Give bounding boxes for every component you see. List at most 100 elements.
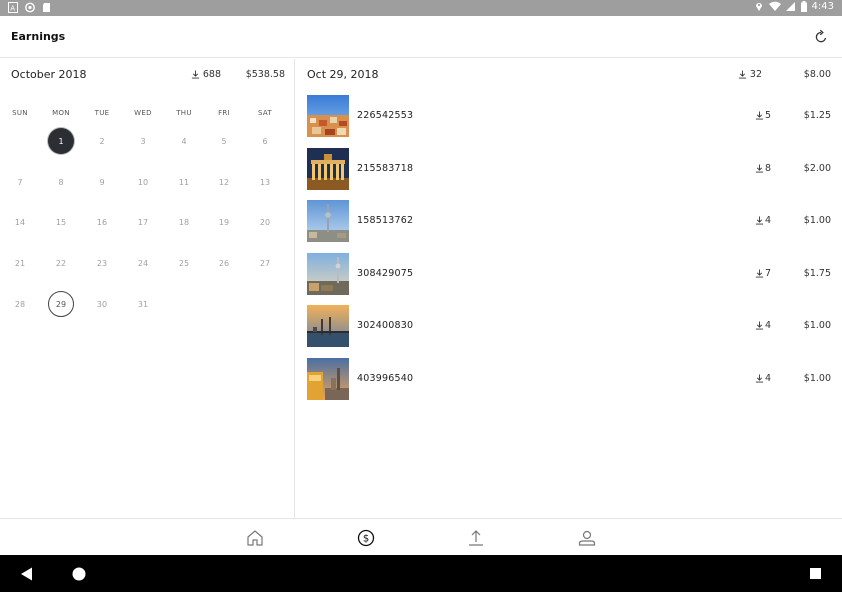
calendar-day[interactable]: 3 — [130, 128, 156, 154]
list-item[interactable]: 308429075 7 $1.75 — [296, 252, 842, 305]
weekday-1: MON — [52, 109, 70, 117]
upload-icon[interactable] — [466, 528, 486, 548]
row-downloads: 7 — [755, 268, 771, 279]
sd-card-icon — [43, 3, 50, 12]
row-downloads: 5 — [755, 110, 771, 121]
calendar-day[interactable]: 29 — [48, 291, 74, 317]
row-amount: $1.00 — [803, 215, 831, 227]
calendar-day[interactable]: 14 — [7, 209, 33, 235]
calendar-day[interactable]: 21 — [7, 250, 33, 276]
home-icon[interactable] — [245, 528, 265, 548]
status-bar: A 4:43 — [0, 0, 842, 16]
download-icon — [755, 111, 764, 120]
row-amount: $1.00 — [803, 373, 831, 384]
download-icon — [755, 164, 764, 173]
image-thumbnail[interactable] — [307, 95, 349, 137]
status-right-icons: 4:43 — [754, 1, 834, 12]
date-title: Oct 29, 2018 — [307, 68, 379, 81]
calendar-day[interactable]: 23 — [89, 250, 115, 276]
row-downloads-value: 4 — [764, 373, 771, 384]
image-id: 403996540 — [357, 373, 414, 384]
recents-icon[interactable] — [810, 568, 821, 579]
row-downloads-value: 5 — [764, 110, 771, 121]
download-icon — [738, 70, 747, 79]
calendar-day[interactable]: 24 — [130, 250, 156, 276]
back-icon[interactable] — [20, 567, 33, 581]
wifi-icon — [768, 1, 781, 11]
date-downloads: 32 — [738, 69, 762, 80]
image-thumbnail[interactable] — [307, 305, 349, 348]
image-id: 215583718 — [357, 162, 414, 174]
calendar-day[interactable]: 28 — [7, 291, 33, 317]
profile-icon[interactable] — [577, 528, 597, 548]
calendar-day[interactable]: 26 — [211, 250, 237, 276]
month-header: October 2018 688 $538.58 — [0, 59, 295, 89]
calendar-day[interactable]: 19 — [211, 209, 237, 235]
calendar-day[interactable]: 1 — [48, 128, 74, 154]
download-icon — [755, 216, 764, 225]
list-item[interactable]: 215583718 8 $2.00 — [296, 147, 842, 200]
image-id: 308429075 — [357, 267, 414, 279]
weekday-4: THU — [176, 109, 192, 117]
calendar-day[interactable]: 22 — [48, 250, 74, 276]
image-thumbnail[interactable] — [307, 358, 349, 400]
month-title: October 2018 — [11, 68, 87, 81]
download-icon — [755, 374, 764, 383]
calendar-day[interactable]: 16 — [89, 209, 115, 235]
month-downloads-value: 688 — [202, 69, 221, 80]
calendar-day[interactable]: 17 — [130, 209, 156, 235]
day-detail-pane: Oct 29, 2018 32 $8.00 226542553 5 $1.25 215… — [296, 59, 842, 518]
row-downloads-value: 8 — [764, 162, 771, 174]
row-downloads: 4 — [755, 215, 771, 226]
refresh-icon[interactable] — [812, 28, 830, 46]
row-amount: $1.00 — [803, 320, 831, 332]
calendar-day[interactable]: 18 — [171, 209, 197, 235]
image-thumbnail[interactable] — [307, 252, 349, 295]
month-earnings: $538.58 — [245, 69, 285, 80]
image-id: 158513762 — [357, 215, 414, 227]
calendar-day[interactable]: 12 — [211, 169, 237, 195]
calendar-day[interactable]: 5 — [211, 128, 237, 154]
image-thumbnail[interactable] — [307, 147, 349, 190]
calendar-day[interactable]: 30 — [89, 291, 115, 317]
calendar-day[interactable]: 4 — [171, 128, 197, 154]
image-thumbnail[interactable] — [307, 200, 349, 243]
calendar-day[interactable]: 20 — [252, 209, 278, 235]
row-downloads: 4 — [755, 320, 771, 331]
row-amount: $1.75 — [803, 267, 831, 279]
weekday-2: TUE — [94, 109, 110, 117]
svg-text:$: $ — [363, 534, 369, 545]
download-icon — [191, 70, 199, 79]
bottom-nav: $ — [0, 518, 842, 555]
weekday-6: SAT — [258, 109, 272, 117]
calendar-day[interactable]: 11 — [171, 169, 197, 195]
list-item[interactable]: 403996540 4 $1.00 — [296, 358, 842, 410]
row-amount: $2.00 — [803, 162, 831, 174]
home-circle-icon[interactable] — [72, 567, 86, 581]
calendar-day[interactable]: 8 — [48, 169, 74, 195]
list-item[interactable]: 302400830 4 $1.00 — [296, 305, 842, 357]
calendar-day[interactable]: 25 — [171, 250, 197, 276]
calendar-day[interactable]: 2 — [89, 128, 115, 154]
list-item[interactable]: 226542553 5 $1.25 — [296, 95, 842, 147]
calendar-day[interactable]: 7 — [7, 169, 33, 195]
calendar-day[interactable]: 31 — [130, 291, 156, 317]
system-nav-bar — [0, 555, 842, 592]
calendar-day[interactable]: 15 — [48, 209, 74, 235]
calendar-pane: October 2018 688 $538.58 SUN MON TUE WED THU… — [0, 59, 295, 518]
calendar-day[interactable]: 27 — [252, 250, 278, 276]
status-left-icons: A — [8, 2, 52, 13]
calendar-day[interactable]: 13 — [252, 169, 278, 195]
row-downloads: 8 — [755, 163, 771, 174]
download-icon — [755, 321, 764, 330]
list-item[interactable]: 158513762 4 $1.00 — [296, 200, 842, 252]
date-earnings: $8.00 — [803, 69, 831, 80]
calendar-day[interactable]: 6 — [252, 128, 278, 154]
weekday-3: WED — [134, 109, 152, 117]
signal-icon — [785, 2, 795, 11]
app-bar: Earnings — [0, 16, 842, 58]
earnings-icon[interactable]: $ — [356, 528, 376, 548]
svg-text:A: A — [10, 5, 15, 13]
calendar-day[interactable]: 10 — [130, 169, 156, 195]
calendar-day[interactable]: 9 — [89, 169, 115, 195]
